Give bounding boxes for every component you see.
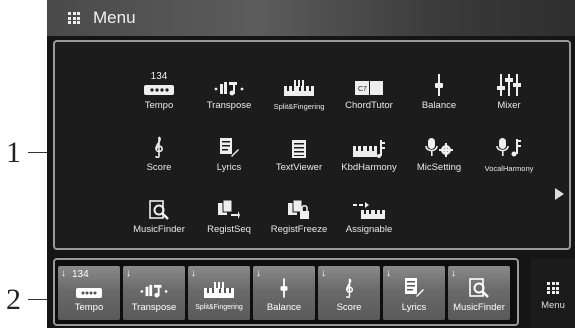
transpose-icon [194, 70, 264, 96]
regist-freeze-icon [264, 194, 334, 220]
callout-1: 1 [6, 136, 21, 169]
svg-text:C7: C7 [358, 86, 367, 93]
menu-header: Menu [47, 0, 575, 36]
menu-item-tempo[interactable]: 134 Tempo [124, 68, 194, 124]
lyrics-icon [194, 132, 264, 158]
shortcut-label: Lyrics [401, 302, 427, 313]
page-title: Menu [93, 8, 136, 27]
balance-icon [253, 276, 315, 298]
next-page-arrow-icon[interactable] [555, 188, 564, 200]
score-icon [318, 276, 380, 298]
menu-item-transpose[interactable]: Transpose [194, 68, 264, 124]
menu-item-label: Assignable [345, 224, 393, 235]
shortcut-transpose-button[interactable]: ↓ Transpose [123, 266, 185, 320]
menu-item-music-finder[interactable]: MusicFinder [124, 192, 194, 248]
shortcut-score-button[interactable]: ↓ Score [318, 266, 380, 320]
menu-item-label: VocalHarmony [484, 164, 534, 173]
shortcut-label: Split&Fingering [195, 304, 243, 311]
menu-button-label: Menu [541, 300, 565, 311]
menu-item-score[interactable]: Score [124, 130, 194, 186]
display-screen: Menu 134 Tempo Transpose Split&Fingering [47, 0, 575, 328]
shortcut-balance-button[interactable]: ↓ Balance [253, 266, 315, 320]
menu-item-mic-setting[interactable]: MicSetting [404, 130, 474, 186]
menu-item-balance[interactable]: Balance [404, 68, 474, 124]
menu-item-vocal-harmony[interactable]: VocalHarmony [474, 130, 544, 186]
menu-button[interactable]: Menu [531, 258, 575, 328]
balance-icon [404, 70, 474, 96]
grid-icon [68, 12, 80, 24]
menu-item-mixer[interactable]: Mixer [474, 68, 544, 124]
split-fingering-icon [264, 70, 334, 96]
callout-2: 2 [6, 283, 21, 316]
music-finder-icon [448, 276, 510, 298]
assignable-icon [334, 194, 404, 220]
shortcut-label: Transpose [131, 302, 177, 313]
menu-item-regist-seq[interactable]: RegistSeq [194, 192, 264, 248]
score-icon [124, 132, 194, 158]
menu-item-regist-freeze[interactable]: RegistFreeze [264, 192, 334, 248]
tempo-icon [124, 70, 194, 96]
function-panel: 134 Tempo Transpose Split&Fingering C7 C… [53, 40, 571, 250]
shortcut-label: Tempo [74, 302, 104, 313]
menu-item-text-viewer[interactable]: TextViewer [264, 130, 334, 186]
menu-item-split-fingering[interactable]: Split&Fingering [264, 68, 334, 124]
shortcut-split-fingering-button[interactable]: ↓ Split&Fingering [188, 266, 250, 320]
grid-icon [547, 282, 559, 294]
text-viewer-icon [264, 132, 334, 158]
menu-item-lyrics[interactable]: Lyrics [194, 130, 264, 186]
tempo-icon [58, 276, 120, 298]
menu-item-assignable[interactable]: Assignable [334, 192, 404, 248]
lyrics-icon [383, 276, 445, 298]
chord-tutor-icon: C7 [334, 70, 404, 96]
shortcut-label: Balance [266, 302, 302, 313]
menu-item-chord-tutor[interactable]: C7 ChordTutor [334, 68, 404, 124]
music-finder-icon [124, 194, 194, 220]
regist-seq-icon [194, 194, 264, 220]
shortcut-label: MusicFinder [453, 302, 505, 313]
vocal-harmony-icon [474, 132, 544, 158]
mic-setting-icon [404, 132, 474, 158]
transpose-icon [123, 276, 185, 298]
shortcut-label: Score [336, 302, 362, 313]
shortcut-tempo-button[interactable]: ↓ 134 Tempo [58, 266, 120, 320]
shortcut-bar: ↓ 134 Tempo ↓ Transpose ↓ Split&Fingerin… [53, 258, 519, 326]
shortcut-lyrics-button[interactable]: ↓ Lyrics [383, 266, 445, 320]
kbd-harmony-icon [334, 132, 404, 158]
mixer-icon [474, 70, 544, 96]
split-fingering-icon [188, 276, 250, 298]
menu-item-kbd-harmony[interactable]: KbdHarmony [334, 130, 404, 186]
menu-item-label: Mixer [497, 100, 521, 111]
shortcut-music-finder-button[interactable]: ↓ MusicFinder [448, 266, 510, 320]
